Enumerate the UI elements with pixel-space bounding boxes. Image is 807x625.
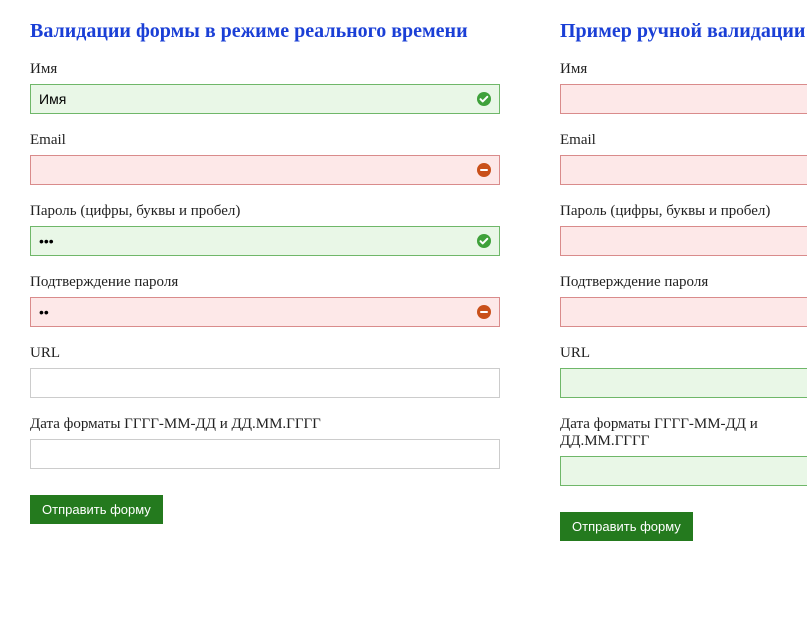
label-date: Дата форматы ГГГГ-ММ-ДД и ДД.ММ.ГГГГ [30,416,500,433]
confirm-input-r[interactable] [560,297,807,327]
check-icon [476,91,492,107]
field-email: Email [30,132,500,185]
date-input[interactable] [30,439,500,469]
input-wrap-date [30,439,500,469]
label-name: Имя [30,61,500,78]
label-confirm: Подтверждение пароля [30,274,500,291]
realtime-form: Валидации формы в режиме реального време… [30,20,500,541]
field-password: Пароль (цифры, буквы и пробел) [30,203,500,256]
input-wrap-password [30,226,500,256]
input-wrap-confirm-r [560,297,807,327]
label-email: Email [30,132,500,149]
password-input[interactable] [30,226,500,256]
email-input-r[interactable] [560,155,807,185]
input-wrap-date-r [560,456,807,486]
url-input[interactable] [30,368,500,398]
email-input[interactable] [30,155,500,185]
field-url-r: URL [560,345,807,398]
field-name: Имя [30,61,500,114]
page-container: Валидации формы в режиме реального време… [30,20,777,541]
manual-heading: Пример ручной валидации [560,20,807,43]
label-password-r: Пароль (цифры, буквы и пробел) [560,203,807,220]
url-input-r[interactable] [560,368,807,398]
input-wrap-url-r [560,368,807,398]
field-email-r: Email [560,132,807,185]
name-input-r[interactable] [560,84,807,114]
label-password: Пароль (цифры, буквы и пробел) [30,203,500,220]
manual-form: Пример ручной валидации Имя Email Пароль… [560,20,807,541]
label-email-r: Email [560,132,807,149]
submit-button[interactable]: Отправить форму [30,495,163,524]
label-name-r: Имя [560,61,807,78]
field-url: URL [30,345,500,398]
field-confirm: Подтверждение пароля [30,274,500,327]
field-date-r: Дата форматы ГГГГ-ММ-ДД и ДД.ММ.ГГГГ [560,416,807,486]
field-confirm-r: Подтверждение пароля [560,274,807,327]
input-wrap-name-r [560,84,807,114]
field-date: Дата форматы ГГГГ-ММ-ДД и ДД.ММ.ГГГГ [30,416,500,469]
input-wrap-email [30,155,500,185]
input-wrap-password-r [560,226,807,256]
error-icon [476,304,492,320]
label-url: URL [30,345,500,362]
submit-button-r[interactable]: Отправить форму [560,512,693,541]
input-wrap-confirm [30,297,500,327]
label-date-r: Дата форматы ГГГГ-ММ-ДД и ДД.ММ.ГГГГ [560,416,807,450]
field-name-r: Имя [560,61,807,114]
error-icon [476,162,492,178]
name-input[interactable] [30,84,500,114]
field-password-r: Пароль (цифры, буквы и пробел) [560,203,807,256]
date-input-r[interactable] [560,456,807,486]
check-icon [476,233,492,249]
input-wrap-email-r [560,155,807,185]
confirm-input[interactable] [30,297,500,327]
realtime-heading: Валидации формы в режиме реального време… [30,20,500,43]
label-url-r: URL [560,345,807,362]
input-wrap-name [30,84,500,114]
label-confirm-r: Подтверждение пароля [560,274,807,291]
password-input-r[interactable] [560,226,807,256]
input-wrap-url [30,368,500,398]
